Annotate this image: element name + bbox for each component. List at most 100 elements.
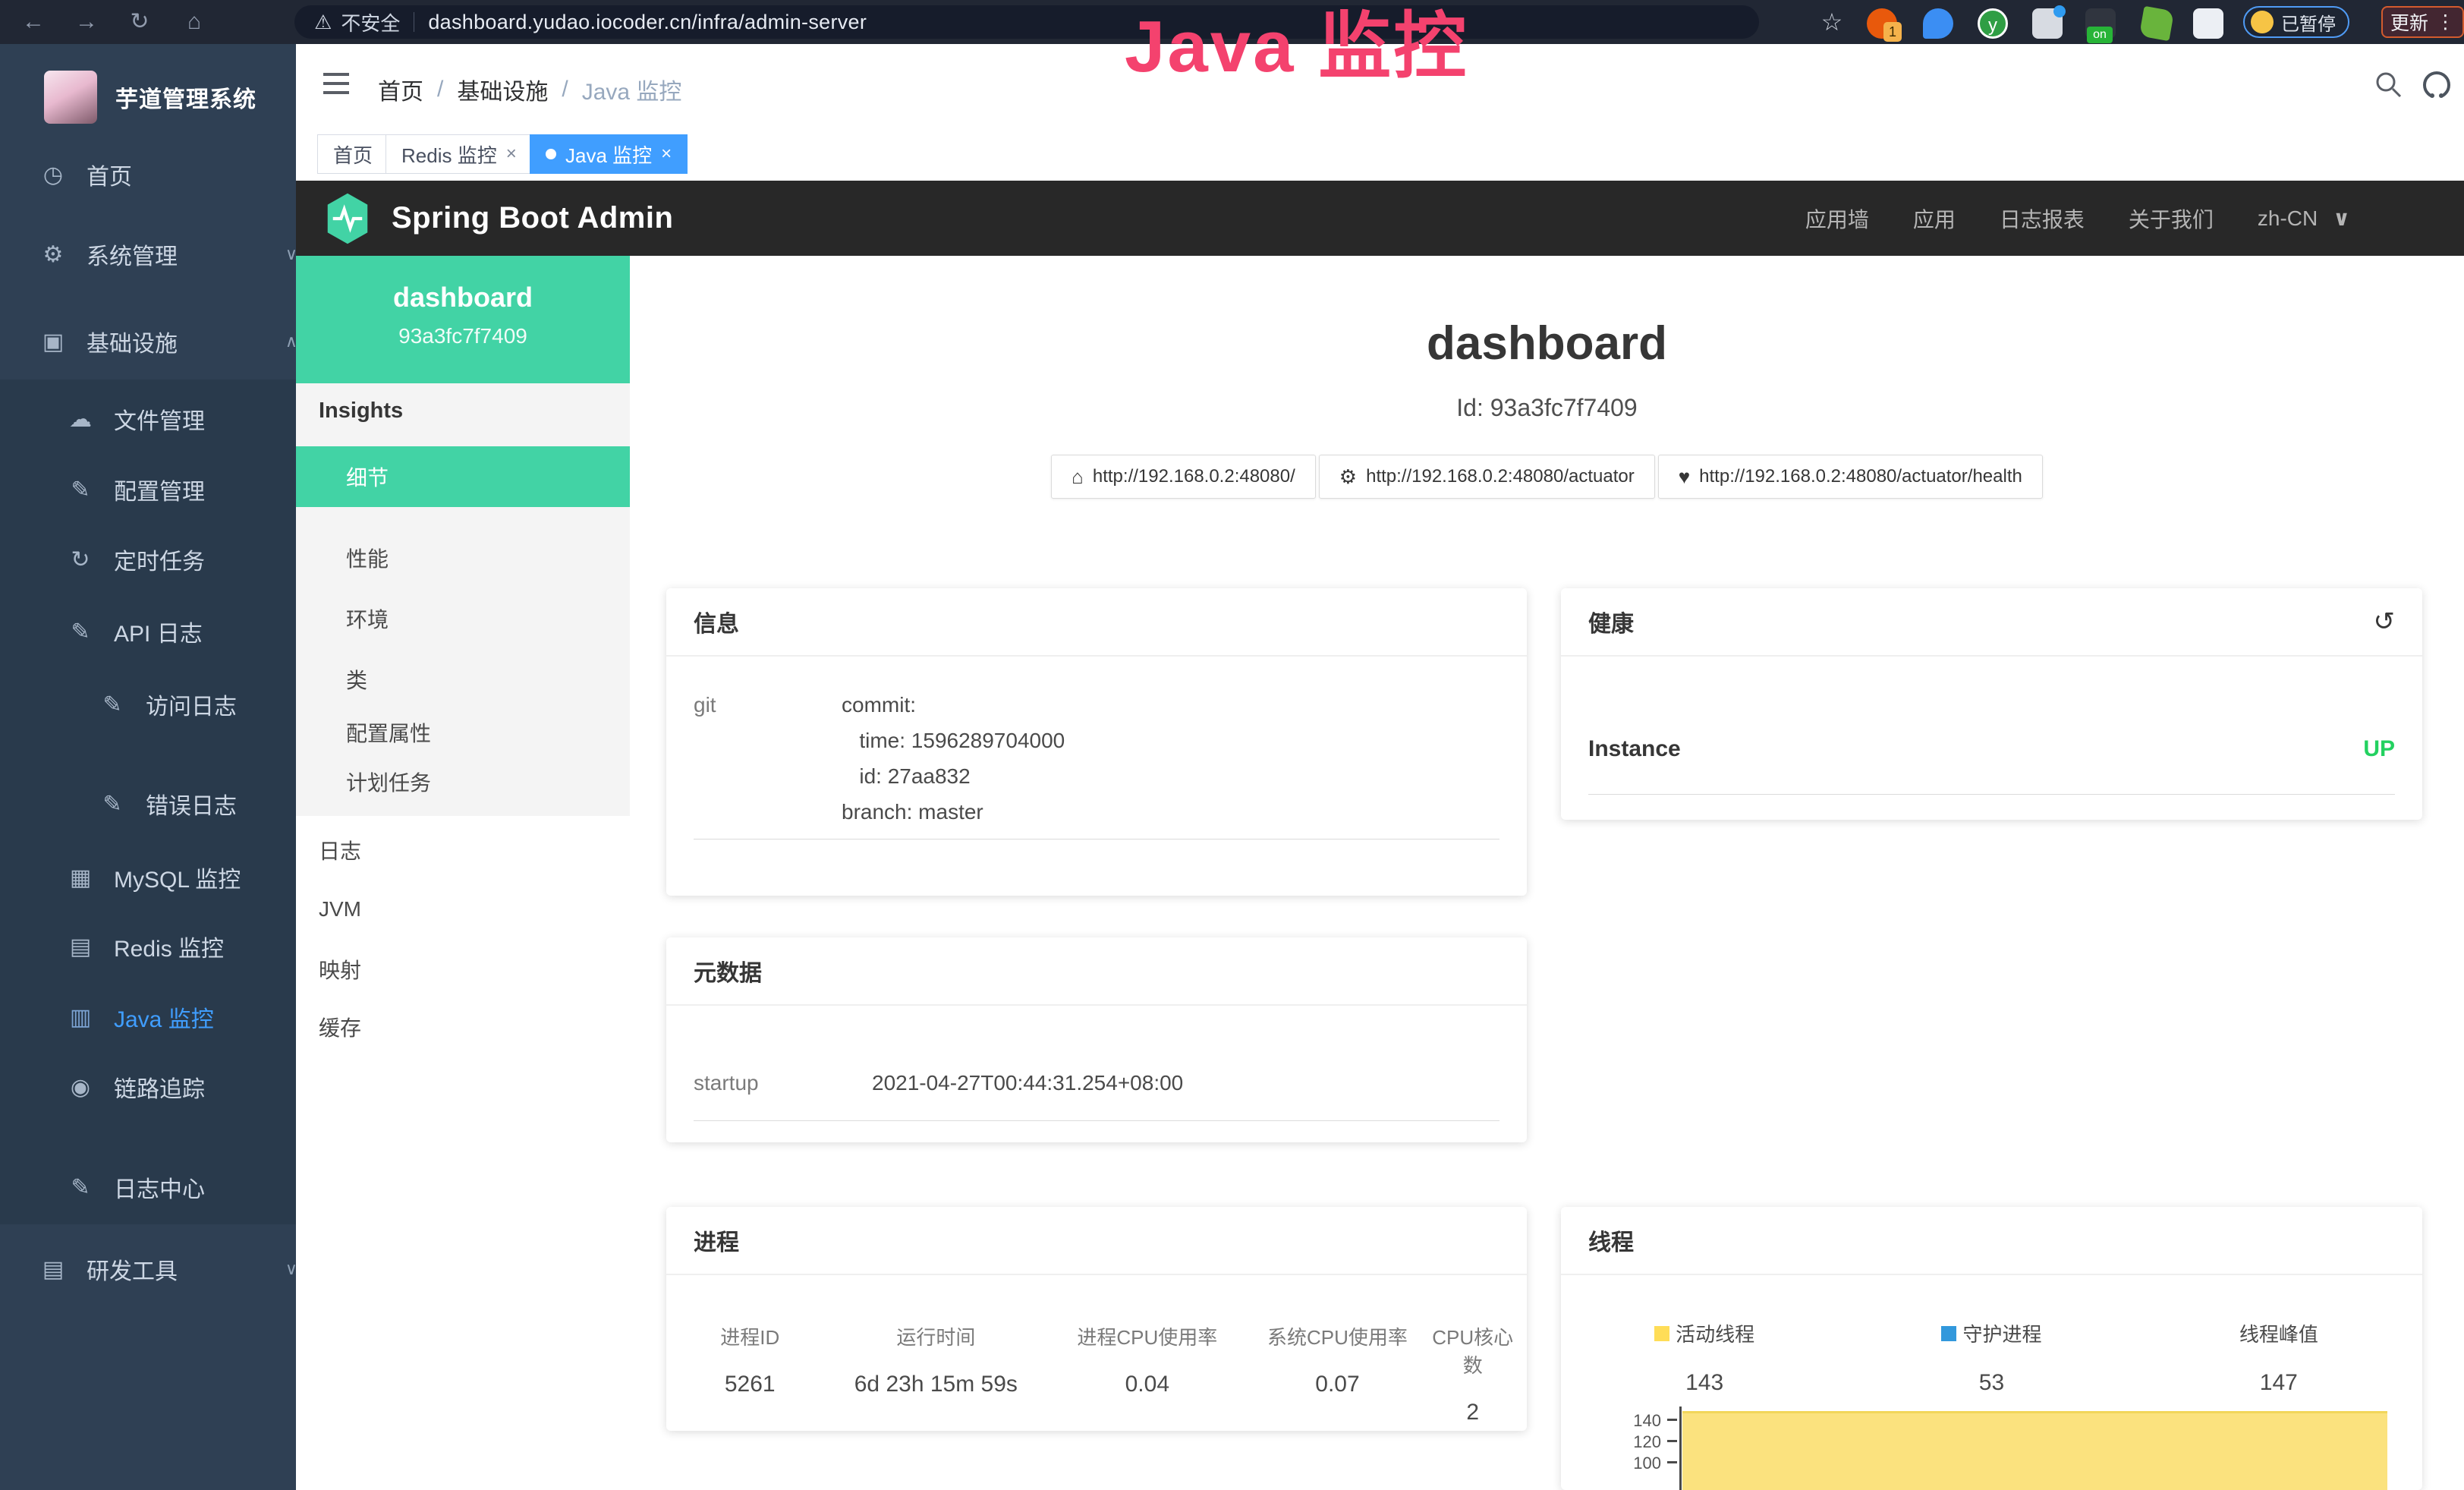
extension-icon-leaf[interactable] bbox=[2139, 6, 2174, 41]
tab-home[interactable]: 首页 bbox=[317, 134, 389, 174]
column-header: 运行时间 bbox=[826, 1322, 1046, 1350]
column-header: 进程ID bbox=[674, 1322, 826, 1350]
sba-menu-item-configprops[interactable]: 配置属性 bbox=[296, 710, 630, 755]
tab-java-monitor[interactable]: Java 监控 × bbox=[530, 134, 688, 174]
paused-label: 已暂停 bbox=[2281, 9, 2336, 36]
update-button[interactable]: 更新 ⋮ bbox=[2381, 6, 2464, 38]
breadcrumb-infra[interactable]: 基础设施 bbox=[457, 73, 548, 106]
app-logo[interactable]: 芋道管理系统 bbox=[0, 59, 296, 135]
timer-icon: ↻ bbox=[61, 547, 100, 573]
process-col-system-cpu: 系统CPU使用率 0.07 bbox=[1249, 1322, 1427, 1425]
sba-menu-item-label: 环境 bbox=[346, 603, 389, 634]
sidebar-item-access-log[interactable]: ✎ 访问日志 bbox=[0, 676, 296, 733]
sidebar-item-log-center[interactable]: ✎ 日志中心 bbox=[0, 1158, 296, 1216]
health-row-instance[interactable]: Instance UP bbox=[1588, 736, 2395, 795]
sba-menu-item-environment[interactable]: 环境 bbox=[296, 596, 630, 641]
sidebar-item-label: MySQL 监控 bbox=[114, 861, 241, 894]
sba-menu-item-classes[interactable]: 类 bbox=[296, 657, 630, 702]
close-icon[interactable]: × bbox=[661, 143, 672, 165]
sba-nav-about[interactable]: 关于我们 bbox=[2129, 203, 2214, 234]
sidebar-item-error-log[interactable]: ✎ 错误日志 bbox=[0, 775, 296, 833]
process-col-pid: 进程ID 5261 bbox=[674, 1322, 826, 1425]
tab-redis-monitor[interactable]: Redis 监控 × bbox=[385, 134, 533, 174]
extension-icon-y[interactable]: y bbox=[1978, 8, 2008, 39]
card-title: 健康 bbox=[1588, 605, 1634, 638]
app-logo-image bbox=[44, 71, 97, 124]
sidebar-item-home[interactable]: ◷ 首页 bbox=[0, 146, 296, 203]
home-icon[interactable]: ⌂ bbox=[178, 7, 211, 37]
sba-nav-journal[interactable]: 日志报表 bbox=[2000, 203, 2085, 234]
sba-menu-item-logs[interactable]: 日志 bbox=[296, 827, 630, 873]
sidebar-item-files[interactable]: ☁ 文件管理 bbox=[0, 390, 296, 448]
sba-menu-item-details[interactable]: 细节 bbox=[296, 446, 630, 507]
legend-label: 线程峰值 bbox=[2239, 1319, 2318, 1347]
sidebar-item-label: 研发工具 bbox=[87, 1252, 178, 1286]
sidebar-item-api-log[interactable]: ✎ API 日志 ∧ bbox=[0, 603, 296, 660]
health-url-button[interactable]: ♥ http://192.168.0.2:48080/actuator/heal… bbox=[1658, 455, 2043, 499]
threads-legend: 活动线程 143 守护进程 53 线程峰值 147 bbox=[1561, 1275, 2422, 1396]
extension-icon-grid[interactable] bbox=[2032, 8, 2063, 39]
forward-icon[interactable]: → bbox=[70, 7, 103, 37]
legend-peak-threads: 线程峰值 147 bbox=[2135, 1319, 2422, 1396]
actuator-url-button[interactable]: ⚙ http://192.168.0.2:48080/actuator bbox=[1319, 455, 1655, 499]
screen: ← → ↻ ⌂ ⚠ 不安全 dashboard.yudao.iocoder.cn… bbox=[0, 0, 2464, 1490]
sba-nav: 应用墙 应用 日志报表 关于我们 zh-CN ∨ bbox=[1805, 203, 2464, 234]
sidebar-item-label: 访问日志 bbox=[146, 688, 237, 721]
sba-menu-item-jvm[interactable]: JVM bbox=[296, 887, 630, 932]
extension-icon-orange[interactable]: 1 bbox=[1867, 8, 1897, 39]
sidebar-item-trace[interactable]: ◉ 链路追踪 bbox=[0, 1058, 296, 1116]
service-url-button[interactable]: ⌂ http://192.168.0.2:48080/ bbox=[1051, 455, 1316, 499]
sidebar-item-infra[interactable]: ▣ 基础设施 ∧ bbox=[0, 313, 296, 370]
warning-icon: ⚠ bbox=[314, 11, 332, 34]
search-icon[interactable] bbox=[2374, 70, 2404, 100]
history-icon[interactable]: ↺ bbox=[2374, 606, 2396, 637]
sidebar-item-system[interactable]: ⚙ 系统管理 ∨ bbox=[0, 225, 296, 283]
github-icon[interactable] bbox=[2421, 70, 2454, 102]
sidebar-item-mysql[interactable]: ▦ MySQL 监控 bbox=[0, 849, 296, 906]
sba-nav-wallboard[interactable]: 应用墙 bbox=[1805, 203, 1869, 234]
sba-instance-header[interactable]: dashboard 93a3fc7f7409 bbox=[296, 256, 630, 383]
sidebar-item-java-monitor[interactable]: ▥ Java 监控 bbox=[0, 988, 296, 1046]
cloud-upload-icon: ☁ bbox=[61, 406, 100, 433]
sba-nav-applications[interactable]: 应用 bbox=[1913, 203, 1956, 234]
sba-menu-item-mappings[interactable]: 映射 bbox=[296, 947, 630, 992]
sidebar-item-config[interactable]: ✎ 配置管理 bbox=[0, 461, 296, 518]
sidebar-item-label: 错误日志 bbox=[146, 787, 237, 821]
reload-icon[interactable]: ↻ bbox=[123, 7, 156, 37]
extension-icon-puzzle[interactable] bbox=[2193, 8, 2223, 39]
sba-brand-title[interactable]: Spring Boot Admin bbox=[392, 201, 673, 235]
legend-live-threads: 活动线程 143 bbox=[1561, 1319, 1848, 1396]
hamburger-icon[interactable] bbox=[323, 73, 351, 96]
spring-boot-admin-logo bbox=[323, 192, 372, 245]
url-bar[interactable]: ⚠ 不安全 dashboard.yudao.iocoder.cn/infra/a… bbox=[294, 5, 1759, 39]
sidebar-item-label: API 日志 bbox=[114, 615, 203, 648]
paused-badge[interactable]: 已暂停 bbox=[2243, 6, 2349, 38]
metadata-row-value: 2021-04-27T00:44:31.254+08:00 bbox=[872, 1065, 1183, 1101]
sba-menu-item-caches[interactable]: 缓存 bbox=[296, 1004, 630, 1050]
legend-swatch-blue bbox=[1941, 1326, 1956, 1341]
card-title: 信息 bbox=[694, 605, 739, 638]
sba-menu-item-metrics[interactable]: 性能 bbox=[296, 535, 630, 581]
sba-menu-item-scheduled-tasks[interactable]: 计划任务 bbox=[296, 759, 630, 805]
chevron-down-icon[interactable]: ∨ bbox=[2333, 206, 2350, 231]
sba-menu-item-label: 映射 bbox=[319, 954, 361, 984]
sba-nav-language[interactable]: zh-CN bbox=[2258, 206, 2318, 231]
breadcrumb-home[interactable]: 首页 bbox=[378, 73, 423, 106]
instance-id-subtitle: Id: 93a3fc7f7409 bbox=[630, 394, 2464, 422]
cell-value: 0.04 bbox=[1046, 1372, 1248, 1397]
bookmark-star-icon[interactable]: ☆ bbox=[1815, 7, 1849, 37]
cell-value: 6d 23h 15m 59s bbox=[826, 1372, 1046, 1397]
sidebar-item-devtools[interactable]: ▤ 研发工具 ∨ bbox=[0, 1240, 296, 1298]
sba-menu-item-label: 缓存 bbox=[319, 1012, 361, 1042]
card-title: 线程 bbox=[1588, 1224, 1634, 1257]
extension-icon-pin[interactable] bbox=[1923, 8, 1953, 39]
sidebar-item-cron[interactable]: ↻ 定时任务 bbox=[0, 531, 296, 588]
back-icon[interactable]: ← bbox=[17, 7, 50, 37]
legend-label: 活动线程 bbox=[1676, 1319, 1754, 1347]
browser-menu-icon[interactable]: ⋮ bbox=[2436, 11, 2455, 33]
close-icon[interactable]: × bbox=[506, 143, 517, 165]
sidebar-item-redis[interactable]: ▤ Redis 监控 bbox=[0, 918, 296, 975]
info-row-value: commit: time: 1596289704000 id: 27aa832 … bbox=[842, 687, 1065, 830]
extension-icon-switch[interactable]: on bbox=[2085, 8, 2116, 39]
tab-label: Redis 监控 bbox=[401, 140, 497, 169]
